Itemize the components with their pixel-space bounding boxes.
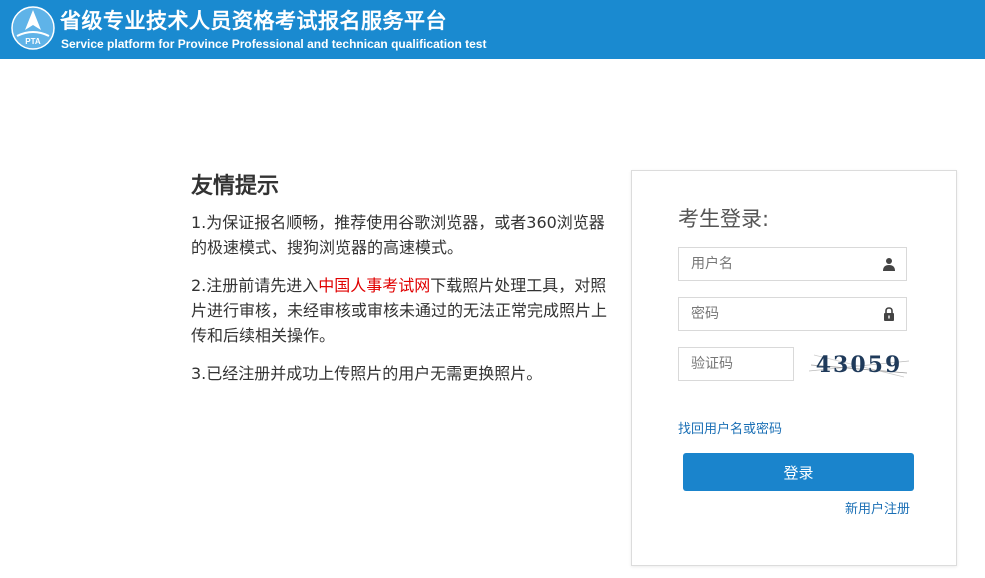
tip-item-1: 1.为保证报名顺畅，推荐使用谷歌浏览器，或者360浏览器的极速模式、搜狗浏览器的… [191,213,605,257]
login-title: 考生登录: [678,207,770,231]
lock-icon [884,307,894,321]
tips-heading: 友情提示 [191,174,280,199]
user-icon [883,258,895,271]
register-link[interactable]: 新用户注册 [845,498,910,517]
captcha-image[interactable]: 43059 [809,347,909,383]
login-button[interactable]: 登录 [683,453,914,491]
username-field [678,247,907,281]
captcha-input[interactable] [691,348,787,380]
password-input[interactable] [691,298,871,330]
forgot-credentials-link[interactable]: 找回用户名或密码 [678,418,782,437]
logo-text: PTA [25,37,41,46]
username-input[interactable] [691,248,871,280]
tip-item-3: 3.已经注册并成功上传照片的用户无需更换照片。 [191,364,543,383]
password-field [678,297,907,331]
tip-item-2-before: 2.注册前请先进入 [191,276,319,295]
pta-logo-icon: PTA [11,6,55,50]
site-header: PTA 省级专业技术人员资格考试报名服务平台 Service platform … [0,0,985,59]
site-title: 省级专业技术人员资格考试报名服务平台 [60,9,447,33]
tip-item-2: 2.注册前请先进入中国人事考试网下载照片处理工具，对照片进行审核，未经审核或审核… [191,273,611,348]
captcha-field [678,347,794,381]
friendly-tips: 友情提示 1.为保证报名顺畅，推荐使用谷歌浏览器，或者360浏览器的极速模式、搜… [191,168,611,399]
cpta-link[interactable]: 中国人事考试网 [318,276,430,295]
captcha-text: 43059 [816,352,903,378]
site-subtitle: Service platform for Province Profession… [61,37,487,51]
login-panel: 考生登录: 43059 找回用户名或密码 登录 新用户注册 [631,170,957,566]
